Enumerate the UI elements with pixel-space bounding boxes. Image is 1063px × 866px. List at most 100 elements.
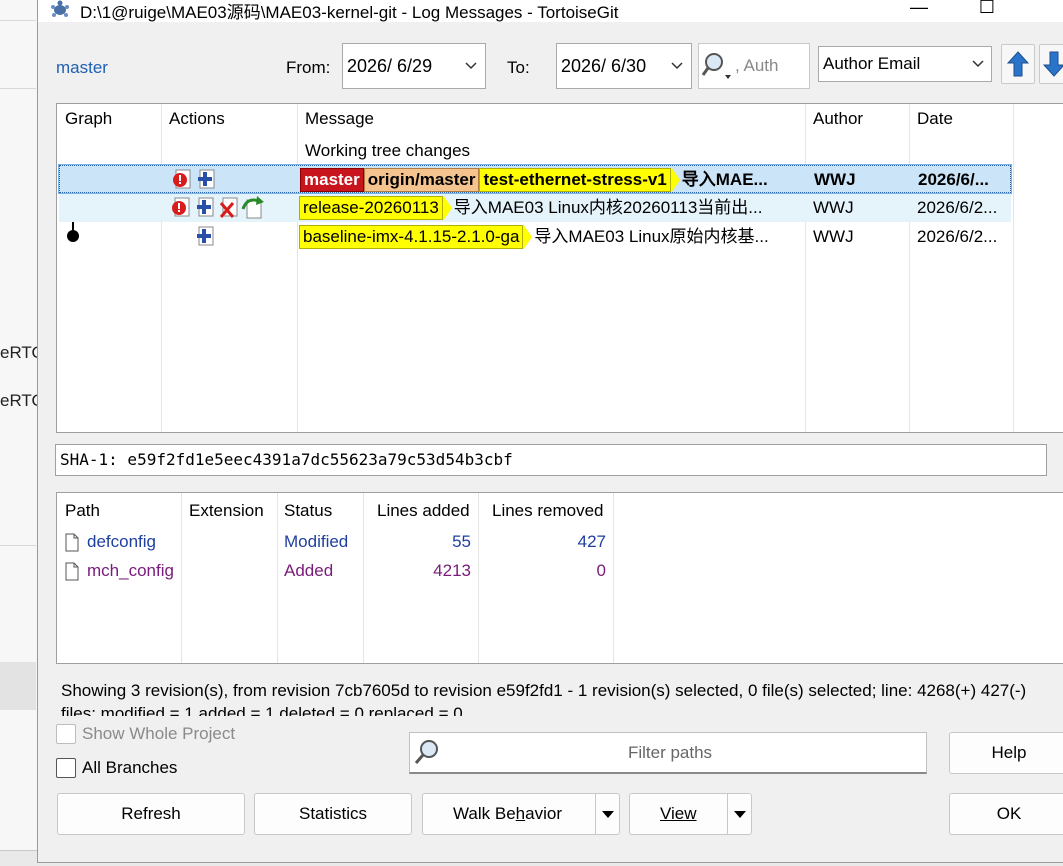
- arrow-up-icon: [1007, 51, 1029, 77]
- date-cell: 2026/6/2...: [917, 198, 998, 217]
- author-cell: WWJ: [814, 170, 856, 189]
- rename-icon: [241, 196, 264, 219]
- scroll-down-button[interactable]: [1039, 44, 1063, 84]
- tag-arrow-icon: [670, 167, 680, 193]
- message-cell: baseline-imx-4.1.15-2.1.0-ga 导入MAE03 Linu…: [299, 223, 807, 251]
- caret-down-icon: [733, 810, 746, 818]
- bg-divider: [0, 545, 36, 546]
- from-label: From:: [286, 58, 331, 77]
- to-label: To:: [507, 58, 530, 77]
- delete-icon: [219, 197, 238, 218]
- title-bar: D:\1@ruige\MAE03源码\MAE03-kernel-git - Lo…: [38, 0, 1063, 22]
- actions-cell: [169, 223, 299, 251]
- chevron-down-icon[interactable]: [663, 61, 691, 71]
- add-icon: [197, 226, 214, 246]
- log-row[interactable]: master origin/master test-ethernet-stress-…: [58, 164, 1012, 194]
- add-icon: [197, 197, 214, 217]
- column-header-status[interactable]: Status: [278, 496, 332, 526]
- column-divider: [161, 104, 162, 432]
- tortoisegit-icon: [51, 0, 69, 17]
- statistics-button[interactable]: Statistics: [254, 793, 412, 835]
- chevron-down-icon[interactable]: [457, 61, 485, 71]
- walk-behavior-dropdown[interactable]: [595, 794, 619, 834]
- checkbox-label: Show Whole Project: [82, 724, 236, 743]
- file-row[interactable]: mch_config Added 4213 0: [57, 556, 1063, 585]
- search-icon: [414, 739, 438, 764]
- author-cell: WWJ: [813, 198, 854, 217]
- view-button[interactable]: View: [629, 793, 752, 835]
- search-placeholder: , Auth: [735, 56, 779, 75]
- bg-divider: [0, 88, 36, 89]
- walk-behavior-button[interactable]: Walk Behavior: [422, 793, 620, 835]
- ref-label: baseline-imx-4.1.15-2.1.0-ga: [299, 225, 524, 249]
- conflict-icon: [172, 197, 190, 217]
- column-header-author[interactable]: Author: [807, 104, 863, 134]
- show-whole-project-checkbox[interactable]: Show Whole Project: [56, 724, 235, 744]
- minimize-button[interactable]: —: [896, 0, 942, 20]
- column-header-graph[interactable]: Graph: [59, 104, 112, 134]
- filter-paths-input[interactable]: Filter paths: [409, 732, 927, 774]
- column-header-path[interactable]: Path: [59, 496, 100, 526]
- filter-field-select[interactable]: Author Email: [818, 46, 992, 82]
- bg-panel: [0, 662, 36, 710]
- file-status: Modified: [284, 532, 349, 551]
- lines-removed: 0: [596, 561, 606, 580]
- to-date-picker[interactable]: 2026/ 6/30: [556, 43, 692, 89]
- column-divider: [909, 104, 910, 432]
- file-row[interactable]: defconfig Modified 55 427: [57, 527, 1063, 556]
- view-dropdown[interactable]: [727, 794, 751, 834]
- commit-message: 导入MAE03 Linux原始内核基...: [534, 227, 769, 246]
- log-row[interactable]: release-20260113 导入MAE03 Linux内核20260113当…: [59, 194, 1011, 222]
- all-branches-checkbox[interactable]: All Branches: [56, 758, 177, 778]
- checkbox-box[interactable]: [56, 724, 76, 744]
- actions-cell: [170, 166, 300, 194]
- chevron-down-icon: [965, 59, 991, 69]
- filter-paths-placeholder: Filter paths: [627, 742, 713, 762]
- ref-label: release-20260113: [299, 196, 443, 220]
- refresh-button[interactable]: Refresh: [57, 793, 245, 835]
- changed-files-list[interactable]: Path Extension Status Lines added Lines …: [56, 492, 1063, 664]
- bg-divider: [0, 20, 36, 21]
- search-icon[interactable]: [701, 51, 735, 81]
- lines-added: 4213: [433, 561, 471, 580]
- branch-link[interactable]: master: [56, 58, 108, 78]
- log-messages-window: D:\1@ruige\MAE03源码\MAE03-kernel-git - Lo…: [37, 0, 1063, 863]
- date-cell: 2026/6/...: [918, 170, 989, 189]
- ok-button[interactable]: OK: [949, 793, 1063, 835]
- log-row[interactable]: baseline-imx-4.1.15-2.1.0-ga 导入MAE03 Linu…: [59, 223, 1011, 251]
- column-header-lines-removed[interactable]: Lines removed: [486, 496, 604, 526]
- conflict-icon: [173, 169, 191, 189]
- scroll-up-button[interactable]: [1001, 44, 1035, 84]
- from-date-value: 2026/ 6/29: [347, 55, 433, 76]
- search-input[interactable]: , Auth: [698, 43, 810, 89]
- ref-label: test-ethernet-stress-v1: [479, 168, 671, 192]
- author-cell: WWJ: [813, 227, 854, 246]
- lines-removed: 427: [577, 532, 606, 551]
- column-header-lines-added[interactable]: Lines added: [371, 496, 470, 526]
- column-header-message[interactable]: Message: [299, 104, 374, 134]
- commit-message: 导入MAE03 Linux内核20260113当前出...: [453, 198, 763, 217]
- column-header-date[interactable]: Date: [911, 104, 953, 134]
- ref-label: origin/master: [363, 168, 480, 192]
- column-header-actions[interactable]: Actions: [163, 104, 225, 134]
- window-title: D:\1@ruige\MAE03源码\MAE03-kernel-git - Lo…: [80, 3, 619, 22]
- log-list[interactable]: Graph Actions Message Author Date Workin…: [56, 103, 1063, 433]
- working-tree-row[interactable]: Working tree changes: [305, 137, 470, 165]
- from-date-picker[interactable]: 2026/ 6/29: [342, 43, 486, 89]
- column-header-extension[interactable]: Extension: [183, 496, 264, 526]
- tag-arrow-icon: [523, 224, 533, 250]
- file-path: mch_config: [87, 561, 174, 580]
- status-summary: Showing 3 revision(s), from revision 7cb…: [61, 681, 1027, 700]
- help-button[interactable]: Help: [949, 732, 1063, 774]
- file-path-cell: mch_config: [65, 556, 174, 585]
- caret-down-icon: [601, 810, 614, 818]
- checkbox-box[interactable]: [56, 758, 76, 778]
- to-date-value: 2026/ 6/30: [561, 55, 647, 76]
- status-file-counts: files: modified = 1 added = 1 deleted = …: [61, 704, 463, 716]
- column-divider: [805, 104, 806, 432]
- walk-behavior-label: Walk Behavior: [453, 804, 562, 823]
- sha-field[interactable]: SHA-1: e59f2fd1e5eec4391a7dc55623a79c53d…: [55, 444, 1047, 476]
- column-divider: [297, 104, 298, 432]
- maximize-button[interactable]: ☐: [964, 0, 1010, 20]
- lines-added: 55: [452, 532, 471, 551]
